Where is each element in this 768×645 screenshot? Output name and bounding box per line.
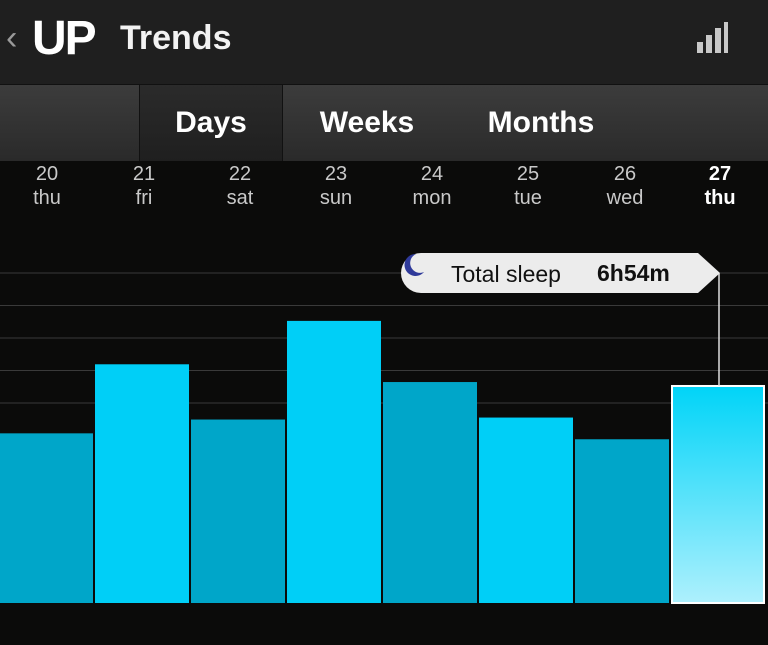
- bar-24-mon[interactable]: [383, 382, 477, 603]
- sleep-tooltip[interactable]: Total sleep 6h54m: [400, 252, 720, 294]
- bar-20-thu[interactable]: [0, 433, 93, 603]
- bar-22-sat[interactable]: [191, 419, 285, 603]
- chart-bars: [0, 320, 765, 604]
- sleep-bar-chart: [0, 272, 768, 604]
- bar-21-fri[interactable]: [95, 364, 189, 603]
- bar-23-sun[interactable]: [287, 320, 381, 603]
- bar-26-wed[interactable]: [575, 439, 669, 603]
- bar-25-tue[interactable]: [479, 417, 573, 603]
- tooltip-value: 6h54m: [597, 260, 670, 286]
- moon-icon: [404, 253, 424, 276]
- tooltip-label: Total sleep: [451, 261, 561, 287]
- tooltip-bubble: [401, 253, 720, 293]
- bar-27-thu[interactable]: [671, 384, 765, 604]
